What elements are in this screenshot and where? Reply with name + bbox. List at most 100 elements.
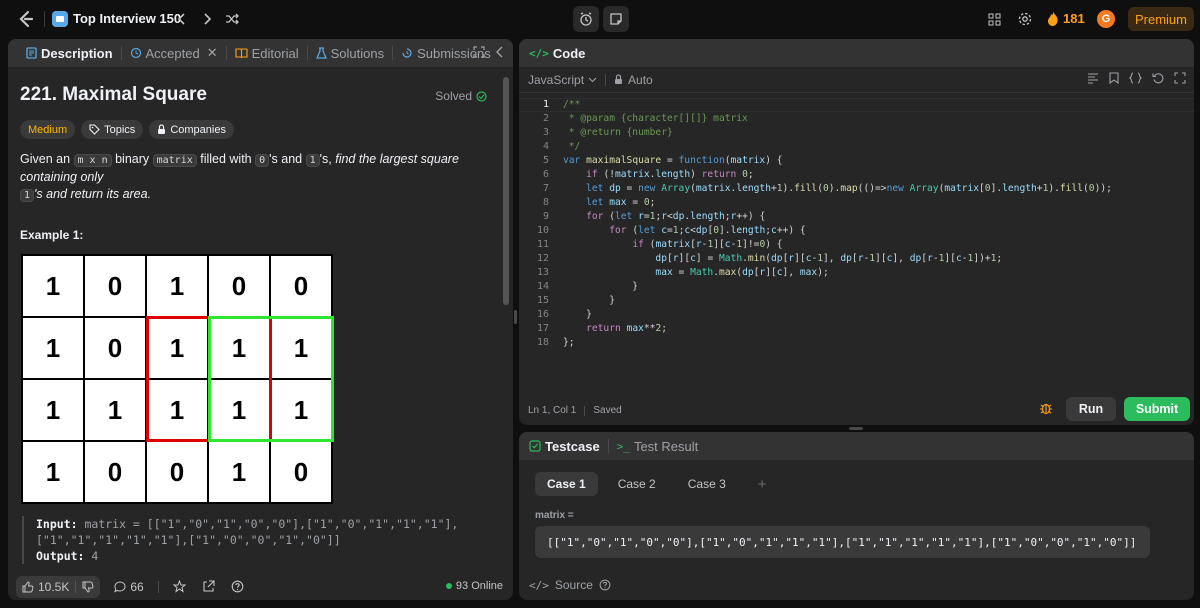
line-number: 11: [536, 239, 549, 250]
source-toggle[interactable]: </> Source: [529, 578, 611, 592]
companies-button[interactable]: Companies: [149, 120, 234, 139]
tab-case-2[interactable]: Case 2: [606, 472, 668, 496]
line-number: 12: [536, 253, 549, 264]
vertical-resize-handle[interactable]: [849, 427, 863, 430]
example-title: Example 1:: [20, 228, 84, 242]
reset-icon[interactable]: [1152, 72, 1164, 84]
close-icon[interactable]: ✕: [207, 45, 218, 61]
language-select[interactable]: JavaScript: [528, 73, 597, 87]
avatar[interactable]: G: [1097, 10, 1115, 28]
line-number: 6: [542, 169, 549, 180]
study-plan-icon[interactable]: [52, 11, 68, 27]
topics-button[interactable]: Topics: [81, 120, 144, 139]
terminal-icon: >_: [616, 439, 630, 453]
online-status: 93 Online: [445, 580, 503, 592]
line-number: 17: [536, 323, 549, 334]
matrix-cell: 1: [23, 318, 83, 378]
matrix-cell: 1: [23, 442, 83, 502]
tab-solutions[interactable]: Solutions: [308, 39, 392, 67]
tab-description-label: Description: [41, 45, 113, 61]
leetcode-logo-icon[interactable]: [16, 9, 36, 29]
online-dot-icon: [445, 583, 452, 589]
code-brackets-icon: </>: [529, 46, 549, 60]
debug-bug-icon[interactable]: [1039, 401, 1053, 418]
matrix-cell: 1: [23, 256, 83, 316]
tab-test-result[interactable]: >_ Test Result: [609, 432, 707, 460]
next-problem-icon[interactable]: [197, 9, 217, 29]
inline-code: 1: [305, 154, 320, 167]
line-number: 8: [542, 197, 549, 208]
like-button[interactable]: 10.5K: [16, 575, 101, 598]
description-panel: Description Accepted ✕ Editorial Solutio…: [8, 39, 513, 600]
horizontal-resize-handle[interactable]: [514, 310, 517, 324]
line-number: 9: [542, 211, 549, 222]
line-number: 10: [536, 225, 549, 236]
input-label: Input:: [36, 517, 78, 531]
desc-text: 's and: [269, 152, 306, 166]
expand-icon[interactable]: [1174, 72, 1186, 84]
save-status: Saved: [593, 405, 622, 416]
notes-icon[interactable]: [603, 6, 629, 32]
format-lines-icon[interactable]: [1087, 72, 1099, 84]
desc-text: Given an: [20, 152, 74, 166]
code-line: }: [563, 309, 592, 320]
timer-icon[interactable]: [573, 6, 599, 32]
chevron-down-icon: [588, 77, 597, 83]
premium-button[interactable]: Premium: [1128, 7, 1194, 31]
settings-gear-icon[interactable]: [1015, 9, 1035, 29]
line-number: 14: [536, 281, 549, 292]
problem-title[interactable]: 221. Maximal Square: [20, 84, 207, 106]
collapse-icon[interactable]: [495, 46, 505, 61]
code-line: if (!matrix.length) return 0;: [586, 169, 754, 180]
braces-icon[interactable]: [1129, 72, 1142, 84]
inline-code: 1: [20, 189, 35, 202]
share-icon[interactable]: [202, 580, 215, 593]
bookmark-icon[interactable]: [1109, 72, 1119, 84]
code-line: for (let c=1;c<dp[0].length;c++) {: [609, 225, 806, 236]
inline-code: m x n: [73, 154, 112, 167]
divider: [44, 11, 45, 27]
editor-status: Ln 1, Col 1 Saved: [528, 405, 622, 416]
book-icon: [235, 48, 248, 59]
code-line: }: [563, 295, 615, 306]
comments-button[interactable]: 66: [114, 580, 144, 594]
thumbs-down-icon[interactable]: [82, 581, 94, 593]
help-icon[interactable]: [599, 579, 611, 591]
code-brackets-icon: </>: [529, 578, 549, 592]
add-case-button[interactable]: +: [746, 472, 779, 496]
tab-accepted-label: Accepted: [145, 45, 200, 61]
tab-case-3[interactable]: Case 3: [676, 472, 738, 496]
output-value: 4: [84, 549, 99, 563]
previous-problem-icon[interactable]: [172, 9, 192, 29]
tab-description[interactable]: Description: [18, 39, 121, 67]
tab-code[interactable]: </> Code: [529, 39, 593, 67]
line-number: 1: [542, 99, 549, 110]
tab-case-1[interactable]: Case 1: [535, 472, 598, 496]
testcase-panel: Testcase >_ Test Result Case 1 Case 2 Ca…: [519, 432, 1194, 600]
tab-testcase[interactable]: Testcase: [529, 432, 608, 460]
difficulty-badge: Medium: [20, 120, 76, 139]
testcase-tabs: Testcase >_ Test Result: [519, 432, 1194, 460]
variable-input[interactable]: [["1","0","1","0","0"],["1","0","1","1",…: [535, 526, 1150, 558]
auto-mode-toggle[interactable]: Auto: [614, 73, 653, 87]
shuffle-icon[interactable]: [222, 9, 242, 29]
help-icon[interactable]: [231, 580, 244, 593]
description-footer: 10.5K 66 93 Online: [8, 573, 513, 600]
layout-grid-icon[interactable]: [984, 9, 1004, 29]
tab-editorial[interactable]: Editorial: [227, 39, 307, 67]
tab-accepted[interactable]: Accepted ✕: [122, 39, 226, 67]
check-circle-icon: [476, 90, 487, 102]
desc-text: 's,: [319, 152, 336, 166]
run-button[interactable]: Run: [1066, 397, 1116, 421]
desc-text: binary: [111, 152, 153, 166]
output-label: Output:: [36, 549, 85, 563]
submit-button[interactable]: Submit: [1124, 397, 1190, 421]
line-number: 16: [536, 309, 549, 320]
streak-counter[interactable]: 181: [1047, 11, 1085, 26]
star-icon[interactable]: [172, 580, 186, 593]
problem-list-title[interactable]: Top Interview 150: [73, 11, 181, 26]
code-line: dp[r][c] = Math.min(dp[r][c-1], dp[r-1][…: [655, 253, 1003, 264]
maximize-icon[interactable]: [473, 46, 485, 61]
description-scrollbar[interactable]: [503, 77, 509, 305]
line-number: 4: [542, 141, 549, 152]
